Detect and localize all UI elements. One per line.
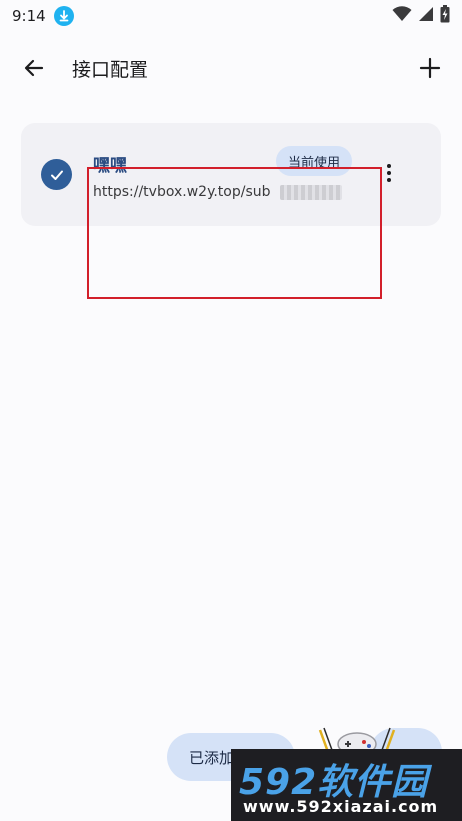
watermark: 592软件园 www.592xiazai.com: [231, 749, 462, 821]
status-icons: [392, 5, 450, 27]
selected-check-icon[interactable]: [41, 159, 72, 190]
wifi-icon: [392, 6, 412, 26]
signal-icon: [418, 6, 434, 26]
highlight-annotation: [87, 167, 382, 299]
page-title: 接口配置: [72, 59, 149, 81]
battery-charging-icon: [440, 5, 450, 27]
back-button[interactable]: [16, 50, 52, 86]
status-bar: 9:14: [0, 0, 462, 32]
add-config-button[interactable]: [412, 50, 448, 86]
added-label: 已添加: [189, 748, 235, 767]
arrow-left-icon: [24, 59, 44, 77]
app-bar: 接口配置: [0, 40, 462, 96]
plus-icon: [419, 57, 441, 79]
watermark-url: www.592xiazai.com: [243, 797, 439, 816]
status-time: 9:14: [12, 7, 46, 25]
download-icon: [53, 6, 74, 26]
